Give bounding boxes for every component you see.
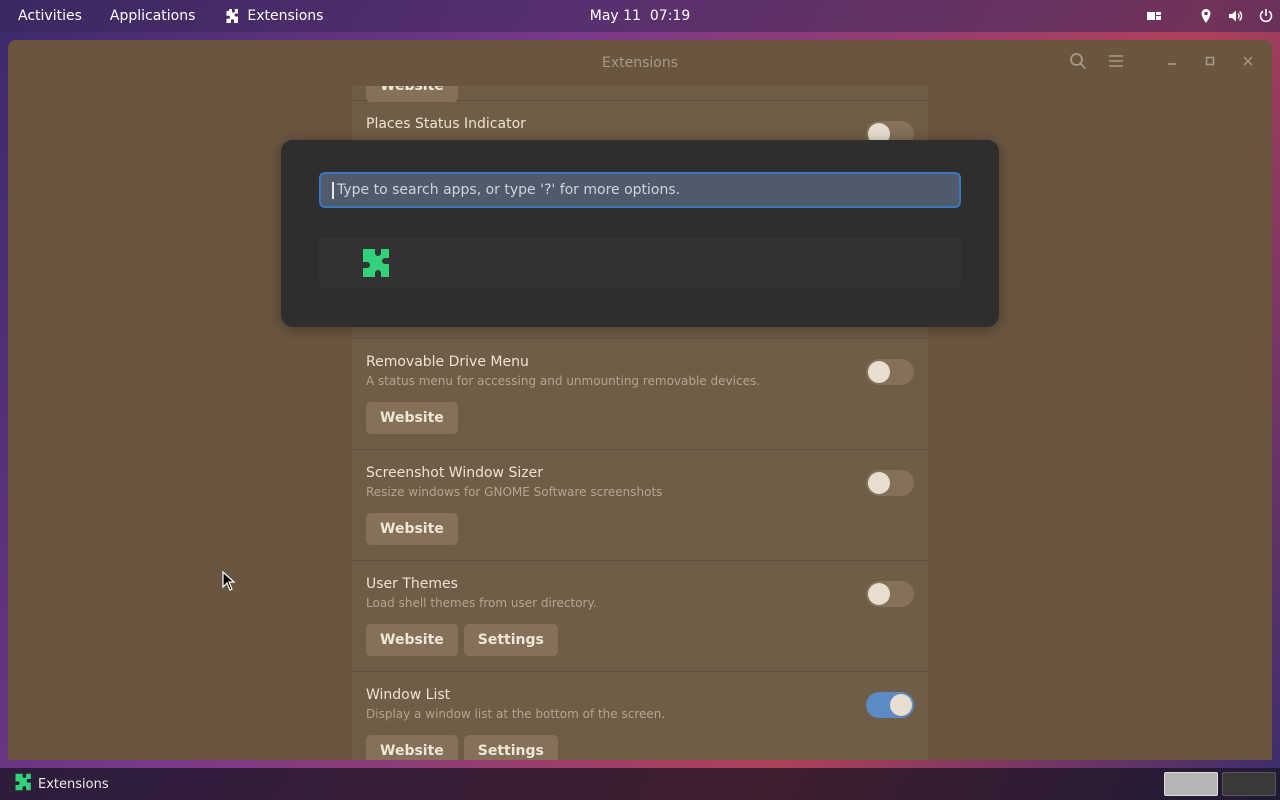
close-button[interactable]	[1234, 50, 1262, 76]
website-button[interactable]: Website	[366, 86, 458, 102]
extension-row: Window List Display a window list at the…	[352, 672, 928, 760]
volume-icon[interactable]	[1228, 8, 1244, 24]
close-icon	[1242, 55, 1254, 71]
extension-name: User Themes	[366, 576, 458, 592]
puzzle-icon	[357, 247, 391, 283]
window-headerbar: Extensions	[8, 40, 1272, 86]
menu-icon	[1108, 53, 1124, 73]
text-caret	[332, 182, 334, 199]
search-result[interactable]	[319, 238, 961, 288]
settings-button[interactable]: Settings	[463, 624, 558, 656]
extension-name: Removable Drive Menu	[366, 354, 529, 370]
taskbar-item-label: Extensions	[38, 776, 109, 792]
search-button[interactable]	[1064, 50, 1092, 76]
search-icon	[1069, 52, 1087, 74]
system-tray	[1146, 0, 1274, 32]
window-list-bar: Extensions	[0, 768, 1280, 800]
extension-description: A status menu for accessing and unmounti…	[366, 374, 761, 388]
extension-name: Places Status Indicator	[366, 116, 526, 132]
maximize-button[interactable]	[1196, 50, 1224, 76]
extension-description: Display a window list at the bottom of t…	[366, 707, 666, 721]
top-bar-left: Activities Applications Extensions	[4, 0, 337, 32]
workspace-2[interactable]	[1222, 772, 1276, 796]
minimize-icon	[1166, 55, 1178, 71]
extension-row: Removable Drive Menu A status menu for a…	[352, 339, 928, 450]
settings-button[interactable]: Settings	[463, 735, 558, 760]
website-button[interactable]: Website	[366, 735, 458, 760]
applications-menu[interactable]: Applications	[96, 0, 210, 32]
app-menu-extensions[interactable]: Extensions	[209, 0, 337, 32]
main-menu-button[interactable]	[1102, 50, 1130, 76]
toggle-knob	[868, 472, 890, 494]
window-controls	[1064, 50, 1262, 76]
app-menu-label: Extensions	[247, 8, 324, 24]
applications-label: Applications	[109, 8, 196, 24]
taskbar-item-extensions[interactable]: Extensions	[8, 768, 113, 800]
extension-row: User Themes Load shell themes from user …	[352, 561, 928, 672]
toggle-knob	[868, 583, 890, 605]
clock-date: May 11	[589, 8, 641, 24]
activities-button[interactable]: Activities	[4, 0, 96, 32]
mouse-cursor	[222, 570, 236, 595]
extension-name: Window List	[366, 687, 451, 703]
extension-toggle[interactable]	[866, 359, 914, 385]
extension-description: Resize windows for GNOME Software screen…	[366, 485, 663, 499]
website-button[interactable]: Website	[366, 513, 458, 545]
extension-row: Website	[352, 86, 928, 102]
run-dialog: Type to search apps, or type '?' for mor…	[281, 140, 999, 327]
puzzle-icon	[223, 8, 239, 24]
extension-row: Screenshot Window Sizer Resize windows f…	[352, 450, 928, 561]
toggle-knob	[890, 694, 912, 716]
maximize-icon	[1204, 55, 1216, 71]
toggle-knob	[868, 361, 890, 383]
extension-toggle[interactable]	[866, 692, 914, 718]
clock-time: 07:19	[649, 8, 691, 24]
location-icon[interactable]	[1198, 8, 1214, 24]
extension-toggle[interactable]	[866, 470, 914, 496]
puzzle-icon	[12, 772, 32, 796]
website-button[interactable]: Website	[366, 402, 458, 434]
window-layout-icon[interactable]	[1146, 8, 1162, 24]
top-bar: Activities Applications Extensions May 1…	[0, 0, 1280, 32]
search-placeholder: Type to search apps, or type '?' for mor…	[337, 182, 681, 198]
clock-button[interactable]: May 11 07:19	[590, 8, 690, 24]
extension-toggle[interactable]	[866, 581, 914, 607]
workspace-switcher	[1164, 772, 1276, 796]
extension-name: Screenshot Window Sizer	[366, 465, 543, 481]
minimize-button[interactable]	[1158, 50, 1186, 76]
extension-description: Load shell themes from user directory.	[366, 596, 597, 610]
website-button[interactable]: Website	[366, 624, 458, 656]
search-input[interactable]: Type to search apps, or type '?' for mor…	[319, 172, 961, 208]
activities-label: Activities	[18, 8, 82, 24]
workspace-1[interactable]	[1164, 772, 1218, 796]
power-icon[interactable]	[1258, 8, 1274, 24]
window-title: Extensions	[601, 55, 679, 71]
